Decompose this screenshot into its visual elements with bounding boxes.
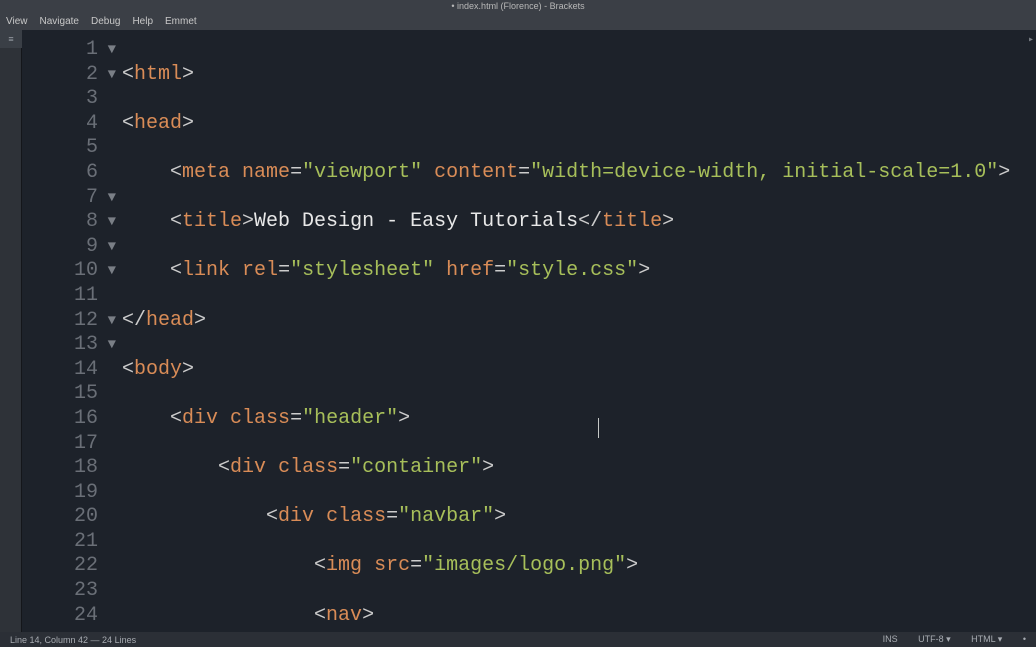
line-number: 20 bbox=[22, 505, 104, 530]
working-files-icon[interactable]: ≡ bbox=[0, 30, 22, 48]
line-number: 10▼ bbox=[22, 259, 104, 284]
collapse-icon[interactable]: ▸ bbox=[1028, 34, 1034, 46]
menu-bar: View Navigate Debug Help Emmet bbox=[0, 12, 1036, 30]
code-line: <html> bbox=[122, 63, 1036, 88]
line-number: 9▼ bbox=[22, 235, 104, 260]
line-number: 16 bbox=[22, 407, 104, 432]
fold-icon[interactable]: ▼ bbox=[108, 333, 116, 358]
window-title: • index.html (Florence) - Brackets bbox=[451, 1, 584, 11]
code-editor[interactable]: 1▼2▼34567▼8▼9▼10▼1112▼13▼141516171819202… bbox=[22, 30, 1036, 632]
text-cursor bbox=[598, 418, 599, 438]
fold-icon[interactable]: ▼ bbox=[108, 38, 116, 63]
code-line: <div class="header"> bbox=[122, 407, 1036, 432]
line-number: 17 bbox=[22, 432, 104, 457]
window-title-bar: • index.html (Florence) - Brackets bbox=[0, 0, 1036, 12]
line-number: 14 bbox=[22, 358, 104, 383]
code-line: <head> bbox=[122, 112, 1036, 137]
code-line: <meta name="viewport" content="width=dev… bbox=[122, 161, 1036, 186]
code-area[interactable]: <html> <head> <meta name="viewport" cont… bbox=[122, 30, 1036, 632]
status-cursor-position[interactable]: Line 14, Column 42 — 24 Lines bbox=[10, 635, 136, 645]
right-gutter: ▸ bbox=[1024, 30, 1036, 632]
line-number: 11 bbox=[22, 284, 104, 309]
status-encoding[interactable]: UTF-8 ▾ bbox=[918, 634, 951, 644]
status-language[interactable]: HTML ▾ bbox=[971, 634, 1002, 644]
code-line: <title>Web Design - Easy Tutorials</titl… bbox=[122, 210, 1036, 235]
fold-icon[interactable]: ▼ bbox=[108, 309, 116, 334]
fold-icon[interactable]: ▼ bbox=[108, 186, 116, 211]
menu-help[interactable]: Help bbox=[132, 16, 153, 27]
line-number: 21 bbox=[22, 530, 104, 555]
line-number: 12▼ bbox=[22, 309, 104, 334]
menu-view[interactable]: View bbox=[6, 16, 28, 27]
menu-debug[interactable]: Debug bbox=[91, 16, 120, 27]
code-line: <link rel="stylesheet" href="style.css"> bbox=[122, 259, 1036, 284]
line-number: 5 bbox=[22, 136, 104, 161]
code-line: <body> bbox=[122, 358, 1036, 383]
line-number: 7▼ bbox=[22, 186, 104, 211]
line-number: 3 bbox=[22, 87, 104, 112]
status-bar: Line 14, Column 42 — 24 Lines INS UTF-8 … bbox=[0, 632, 1036, 647]
sidebar: ≡ bbox=[0, 30, 22, 632]
status-indicator-icon[interactable]: • bbox=[1023, 634, 1026, 644]
line-number: 8▼ bbox=[22, 210, 104, 235]
status-insert-mode[interactable]: INS bbox=[883, 634, 898, 644]
line-number: 13▼ bbox=[22, 333, 104, 358]
line-number: 22 bbox=[22, 554, 104, 579]
fold-icon[interactable]: ▼ bbox=[108, 63, 116, 88]
code-line: <img src="images/logo.png"> bbox=[122, 554, 1036, 579]
line-number: 2▼ bbox=[22, 63, 104, 88]
code-line: <nav> bbox=[122, 604, 1036, 629]
line-number: 19 bbox=[22, 481, 104, 506]
line-number: 6 bbox=[22, 161, 104, 186]
fold-icon[interactable]: ▼ bbox=[108, 235, 116, 260]
line-number: 4 bbox=[22, 112, 104, 137]
menu-emmet[interactable]: Emmet bbox=[165, 16, 197, 27]
code-line: <div class="navbar"> bbox=[122, 505, 1036, 530]
line-number: 24 bbox=[22, 604, 104, 629]
fold-icon[interactable]: ▼ bbox=[108, 210, 116, 235]
gutter: 1▼2▼34567▼8▼9▼10▼1112▼13▼141516171819202… bbox=[22, 30, 104, 632]
menu-navigate[interactable]: Navigate bbox=[40, 16, 79, 27]
fold-icon[interactable]: ▼ bbox=[108, 259, 116, 284]
line-number: 18 bbox=[22, 456, 104, 481]
line-number: 1▼ bbox=[22, 38, 104, 63]
line-number: 15 bbox=[22, 382, 104, 407]
code-line: </head> bbox=[122, 309, 1036, 334]
code-line: <div class="container"> bbox=[122, 456, 1036, 481]
line-number: 23 bbox=[22, 579, 104, 604]
